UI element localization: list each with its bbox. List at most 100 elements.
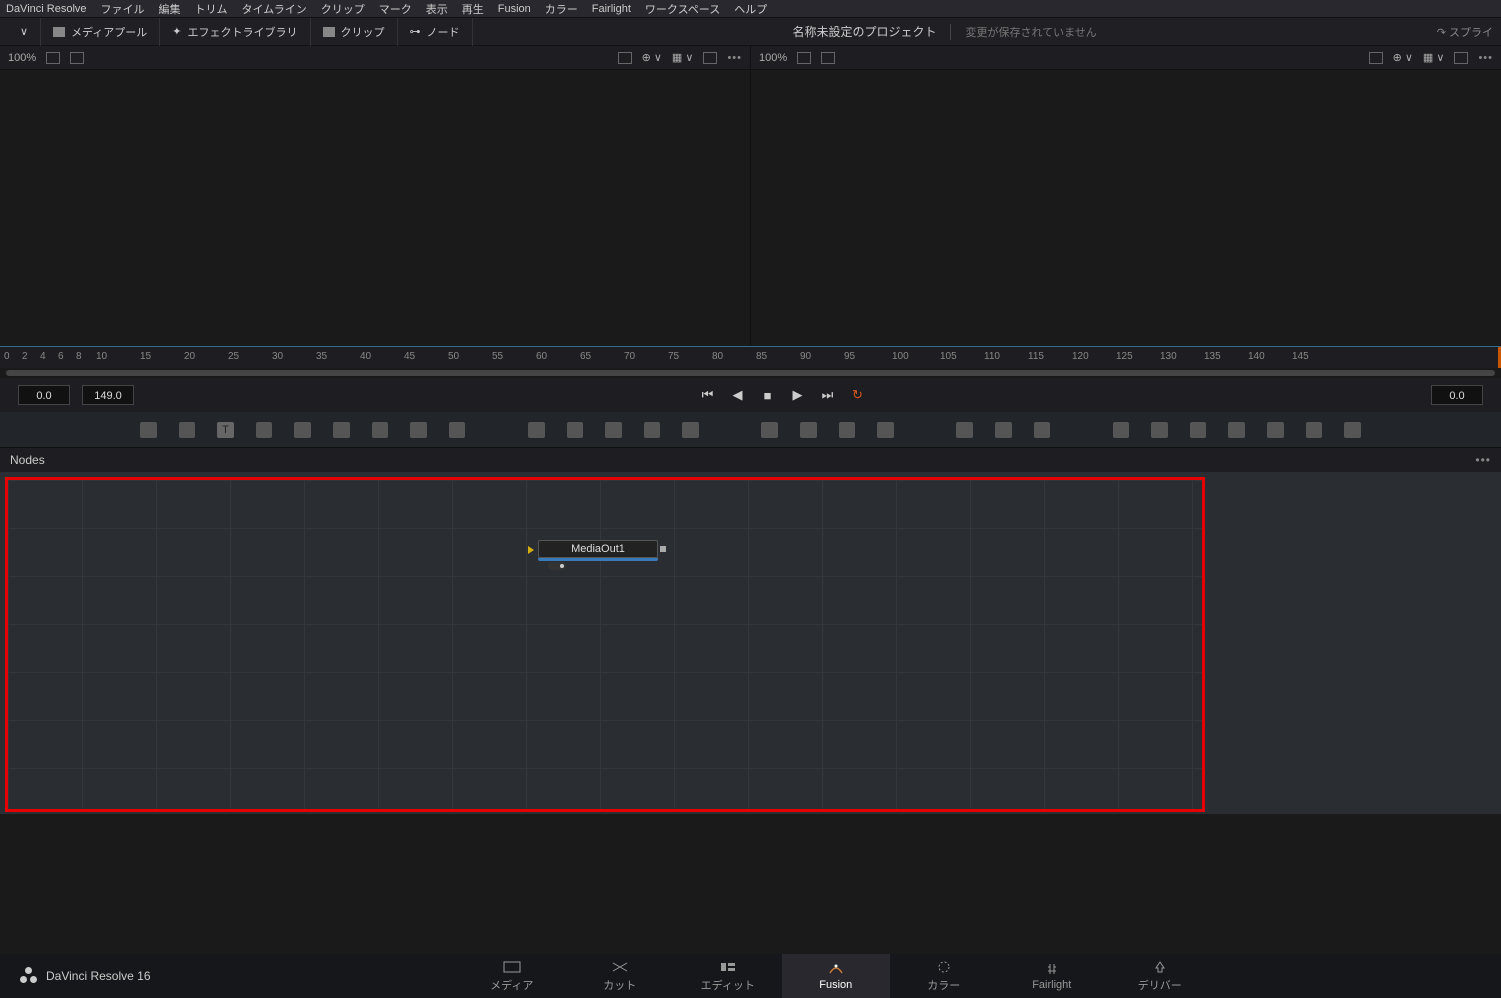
ruler-tick: 140 bbox=[1248, 351, 1265, 362]
prender-tool-icon[interactable] bbox=[995, 422, 1012, 438]
play-reverse-button[interactable]: ◀ bbox=[729, 387, 747, 403]
play-button[interactable]: ▶ bbox=[789, 387, 807, 403]
timecode-current[interactable]: 0.0 bbox=[1431, 385, 1483, 405]
spline-button[interactable]: ↷ スプライ bbox=[1437, 24, 1493, 40]
background-tool-icon[interactable] bbox=[140, 422, 157, 438]
colorcorrector-tool-icon[interactable] bbox=[333, 422, 350, 438]
last-frame-button[interactable]: ⏭ bbox=[819, 387, 837, 403]
viewer-right-zoom[interactable]: 100% bbox=[759, 52, 787, 64]
page-tab-deliver[interactable]: デリバー bbox=[1106, 954, 1214, 998]
menu-view[interactable]: 表示 bbox=[426, 1, 448, 17]
time-ruler[interactable]: 0246810152025303540455055606570758085909… bbox=[0, 346, 1501, 368]
channelbool-tool-icon[interactable] bbox=[567, 422, 584, 438]
spline-label: スプライ bbox=[1449, 27, 1493, 39]
rect-icon[interactable] bbox=[703, 52, 717, 64]
drop-tool-icon[interactable] bbox=[449, 422, 466, 438]
brightness-tool-icon[interactable] bbox=[410, 422, 427, 438]
shape3d-tool-icon[interactable] bbox=[1151, 422, 1168, 438]
pemitter-tool-icon[interactable] bbox=[1034, 422, 1051, 438]
menu-help[interactable]: ヘルプ bbox=[734, 1, 767, 17]
clips-button[interactable]: クリップ bbox=[311, 18, 398, 46]
node-view-toggle[interactable] bbox=[548, 562, 566, 570]
particles-tool-icon[interactable] bbox=[956, 422, 973, 438]
page-tab-fusion[interactable]: Fusion bbox=[782, 954, 890, 998]
text-tool-icon[interactable]: T bbox=[217, 422, 234, 438]
node-graph[interactable]: MediaOut1 bbox=[0, 472, 1501, 814]
viewer-left-canvas[interactable] bbox=[0, 70, 750, 346]
first-frame-button[interactable]: ⏮ bbox=[699, 387, 717, 403]
split-icon[interactable] bbox=[821, 52, 835, 64]
menu-clip[interactable]: クリップ bbox=[321, 1, 365, 17]
nodes-panel-menu-icon[interactable]: ••• bbox=[1475, 453, 1491, 467]
menu-file[interactable]: ファイル bbox=[101, 1, 145, 17]
menu-trim[interactable]: トリム bbox=[195, 1, 228, 17]
loop-button[interactable]: ↻ bbox=[849, 387, 867, 403]
node-output-icon[interactable] bbox=[660, 546, 666, 552]
ruler-tick: 135 bbox=[1204, 351, 1221, 362]
stereo-icon[interactable] bbox=[797, 52, 811, 64]
mediaout-node[interactable]: MediaOut1 bbox=[538, 540, 658, 561]
fit-icon[interactable] bbox=[1369, 52, 1383, 64]
media-pool-button[interactable]: メディアプール bbox=[41, 18, 160, 46]
menu-fairlight[interactable]: Fairlight bbox=[592, 3, 631, 15]
menu-color[interactable]: カラー bbox=[545, 1, 578, 17]
viewer-left-zoom[interactable]: 100% bbox=[8, 52, 36, 64]
ruler-tick: 125 bbox=[1116, 351, 1133, 362]
fit-icon[interactable] bbox=[618, 52, 632, 64]
fastnoise-tool-icon[interactable] bbox=[179, 422, 196, 438]
ruler-tick: 8 bbox=[76, 351, 82, 362]
menu-playback[interactable]: 再生 bbox=[462, 1, 484, 17]
text3d-tool-icon[interactable] bbox=[1190, 422, 1207, 438]
resize-tool-icon[interactable] bbox=[644, 422, 661, 438]
page-tab-media[interactable]: メディア bbox=[458, 954, 566, 998]
blur-tool-icon[interactable] bbox=[372, 422, 389, 438]
globe-icon[interactable]: ⊕ ∨ bbox=[642, 51, 662, 64]
split-icon[interactable] bbox=[70, 52, 84, 64]
grid-icon[interactable]: ▦ ∨ bbox=[672, 51, 694, 64]
node-input-icon[interactable] bbox=[528, 546, 534, 554]
tracker-tool-icon[interactable] bbox=[294, 422, 311, 438]
globe-icon[interactable]: ⊕ ∨ bbox=[1393, 51, 1413, 64]
ruler-tick: 90 bbox=[800, 351, 811, 362]
effects-library-button[interactable]: ✦エフェクトライブラリ bbox=[160, 18, 310, 46]
rect-icon[interactable] bbox=[1454, 52, 1468, 64]
transform-tool-icon[interactable] bbox=[682, 422, 699, 438]
menu-timeline[interactable]: タイムライン bbox=[242, 1, 307, 17]
clips-label: クリップ bbox=[341, 24, 385, 40]
menu-fusion[interactable]: Fusion bbox=[498, 3, 531, 15]
stop-button[interactable]: ■ bbox=[759, 387, 777, 403]
timecode-start[interactable]: 0.0 bbox=[18, 385, 70, 405]
page-tab-cut[interactable]: カット bbox=[566, 954, 674, 998]
viewer-right-canvas[interactable] bbox=[751, 70, 1501, 346]
timecode-end[interactable]: 149.0 bbox=[82, 385, 134, 405]
merge3d-tool-icon[interactable] bbox=[1344, 422, 1361, 438]
more-icon[interactable]: ••• bbox=[1478, 52, 1493, 64]
bspline-mask-icon[interactable] bbox=[877, 422, 894, 438]
light-tool-icon[interactable] bbox=[1306, 422, 1323, 438]
media-pool-label: メディアプール bbox=[71, 24, 147, 40]
merge-tool-icon[interactable] bbox=[528, 422, 545, 438]
page-tab-label: カット bbox=[603, 977, 636, 993]
toolbar-dropdown[interactable]: ∨ bbox=[8, 18, 41, 46]
page-tab-fairlight[interactable]: Fairlight bbox=[998, 954, 1106, 998]
paint-tool-icon[interactable] bbox=[256, 422, 273, 438]
menu-edit[interactable]: 編集 bbox=[159, 1, 181, 17]
viewer-left: 100% ⊕ ∨ ▦ ∨ ••• bbox=[0, 46, 751, 346]
polygon-mask-icon[interactable] bbox=[839, 422, 856, 438]
ruler-tick: 20 bbox=[184, 351, 195, 362]
grid-icon[interactable]: ▦ ∨ bbox=[1423, 51, 1445, 64]
menu-mark[interactable]: マーク bbox=[379, 1, 412, 17]
page-tab-edit[interactable]: エディット bbox=[674, 954, 782, 998]
more-icon[interactable]: ••• bbox=[727, 52, 742, 64]
page-tab-color[interactable]: カラー bbox=[890, 954, 998, 998]
render3d-tool-icon[interactable] bbox=[1267, 422, 1284, 438]
imageplane3d-tool-icon[interactable] bbox=[1113, 422, 1130, 438]
ellipse-mask-icon[interactable] bbox=[800, 422, 817, 438]
rectangle-mask-icon[interactable] bbox=[761, 422, 778, 438]
nodes-button[interactable]: ⊶ノード bbox=[398, 18, 473, 46]
menu-workspace[interactable]: ワークスペース bbox=[645, 1, 720, 17]
camera3d-tool-icon[interactable] bbox=[1228, 422, 1245, 438]
stereo-icon[interactable] bbox=[46, 52, 60, 64]
mattecontrol-tool-icon[interactable] bbox=[605, 422, 622, 438]
time-scrollbar[interactable] bbox=[0, 368, 1501, 378]
